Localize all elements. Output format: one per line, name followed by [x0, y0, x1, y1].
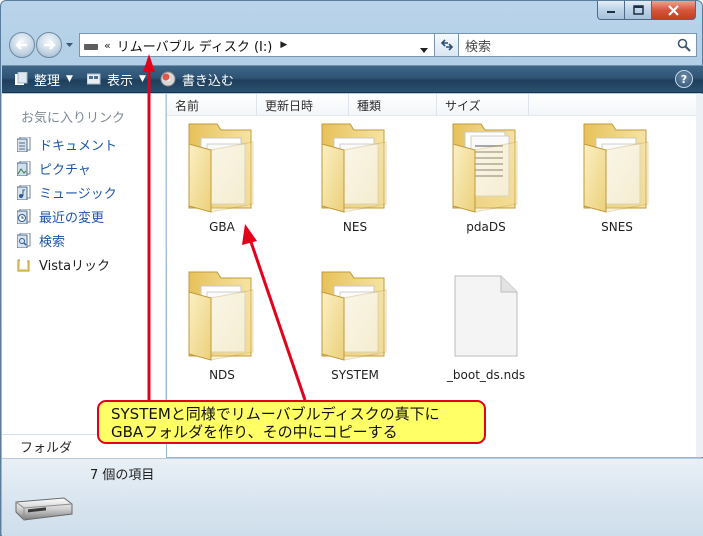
callout-line-2: GBAフォルダを作り、その中にコピーする: [111, 423, 398, 441]
folder-icon: [16, 256, 32, 272]
address-bar[interactable]: « リムーバブル ディスク (I:) ▶: [79, 33, 435, 57]
favorite-link-label: ピクチャ: [39, 162, 91, 178]
burn-disc-icon: [160, 71, 176, 87]
folder-icon: [167, 266, 277, 366]
file-tile-system[interactable]: SYSTEM: [300, 266, 410, 382]
music-icon: [16, 184, 32, 200]
file-name: SYSTEM: [331, 368, 379, 382]
command-bar: 整理 ▼ 表示 ▼ 書き込む ?: [2, 65, 703, 93]
file-tile-pdads[interactable]: pdaDS: [431, 118, 541, 234]
pictures-icon: [16, 160, 32, 176]
folder-icon: [167, 118, 277, 218]
favorite-link-label: Vistaリック: [39, 258, 111, 274]
caption-buttons: [597, 1, 696, 20]
file-name: _boot_ds.nds: [446, 368, 526, 382]
blank-file-icon: [431, 266, 541, 366]
forward-button[interactable]: [36, 32, 62, 58]
column-header-date[interactable]: 更新日時: [257, 94, 349, 116]
chevron-down-icon: [65, 43, 73, 47]
column-headers: 名前 更新日時 種類 サイズ: [167, 94, 696, 116]
details-pane: 7 個の項目: [2, 458, 703, 536]
folder-with-documents-icon: [431, 118, 541, 218]
breadcrumb-arrow-icon[interactable]: ▶: [280, 40, 287, 50]
folder-icon: [300, 118, 410, 218]
file-tile-nes[interactable]: NES: [300, 118, 410, 234]
file-tile-gba[interactable]: GBA: [167, 118, 277, 234]
favorite-link-pictures[interactable]: ピクチャ: [16, 156, 117, 180]
address-path[interactable]: リムーバブル ディスク (I:): [117, 36, 273, 55]
close-icon: [668, 4, 679, 16]
file-name: pdaDS: [466, 220, 506, 234]
forward-arrow-icon: [44, 40, 56, 50]
documents-icon: [16, 136, 32, 152]
removable-drive-icon: [12, 494, 74, 527]
minimize-button[interactable]: [597, 1, 625, 20]
maximize-button[interactable]: [625, 1, 652, 20]
favorite-link-label: ミュージック: [39, 186, 117, 202]
file-tile-nds[interactable]: NDS: [167, 266, 277, 382]
view-icon: [86, 73, 101, 85]
file-tile-snes[interactable]: SNES: [562, 118, 672, 234]
address-overflow-chevron[interactable]: «: [104, 39, 111, 52]
address-dropdown-button[interactable]: [420, 42, 428, 56]
burn-button[interactable]: 書き込む: [160, 68, 234, 90]
favorite-link-label: 検索: [39, 234, 66, 250]
drive-icon: [84, 44, 98, 50]
file-name: NES: [342, 220, 368, 234]
navigation-bar: « リムーバブル ディスク (I:) ▶ 検索: [9, 31, 697, 59]
column-header-name[interactable]: 名前: [167, 94, 257, 116]
favorite-link-recent[interactable]: 最近の変更: [16, 204, 117, 228]
back-arrow-icon: [15, 40, 27, 50]
favorite-links-heading: お気に入りリンク: [21, 111, 126, 126]
close-button[interactable]: [652, 1, 696, 20]
folders-label: フォルダ: [20, 441, 73, 456]
folder-icon: [300, 266, 410, 366]
favorite-link-search[interactable]: 検索: [16, 228, 117, 252]
folder-icon: [562, 118, 672, 218]
search-folder-icon: [16, 232, 32, 248]
item-count: 7 個の項目: [90, 468, 155, 483]
view-label: 表示: [106, 73, 133, 89]
organize-button[interactable]: 整理 ▼: [14, 68, 73, 90]
refresh-icon: [440, 39, 453, 51]
refresh-button[interactable]: [435, 33, 459, 57]
column-header-type[interactable]: 種類: [349, 94, 437, 116]
file-tile-boot-ds[interactable]: _boot_ds.nds: [431, 266, 541, 382]
recent-icon: [16, 208, 32, 224]
file-name: SNES: [601, 220, 633, 234]
search-icon[interactable]: [677, 38, 691, 55]
view-button[interactable]: 表示 ▼: [86, 68, 146, 90]
search-input[interactable]: 検索: [465, 36, 491, 55]
search-box[interactable]: 検索: [458, 33, 697, 57]
favorite-links-list: ドキュメント ピクチャ ミュージック 最近の変更 検索 Vistaリック: [16, 132, 117, 276]
column-header-size[interactable]: サイズ: [437, 94, 529, 116]
callout-line-1: SYSTEMと同様でリムーバブルディスクの真下に: [111, 405, 440, 423]
organize-label: 整理: [34, 73, 61, 89]
help-button[interactable]: ?: [675, 70, 693, 88]
vertical-scrollbar[interactable]: [696, 94, 703, 457]
recent-pages-dropdown[interactable]: [64, 39, 74, 51]
file-name: NDS: [209, 368, 235, 382]
favorite-link-label: 最近の変更: [39, 210, 105, 226]
favorite-link-music[interactable]: ミュージック: [16, 180, 117, 204]
back-button[interactable]: [9, 32, 35, 58]
instruction-callout: SYSTEMと同様でリムーバブルディスクの真下に GBAフォルダを作り、その中に…: [97, 400, 486, 444]
favorite-link-vista[interactable]: Vistaリック: [16, 252, 117, 276]
minimize-icon: [607, 11, 615, 13]
file-name: GBA: [209, 220, 235, 234]
chevron-down-icon: ▼: [66, 74, 73, 84]
explorer-window: « リムーバブル ディスク (I:) ▶ 検索 整理 ▼ 表示 ▼ 書き込む ?…: [0, 0, 703, 536]
favorite-link-documents[interactable]: ドキュメント: [16, 132, 117, 156]
favorite-link-label: ドキュメント: [39, 138, 118, 154]
maximize-icon: [632, 5, 644, 15]
organize-icon: [14, 72, 28, 86]
chevron-down-icon: [420, 48, 428, 53]
chevron-down-icon: ▼: [138, 74, 146, 84]
burn-label: 書き込む: [181, 73, 234, 89]
